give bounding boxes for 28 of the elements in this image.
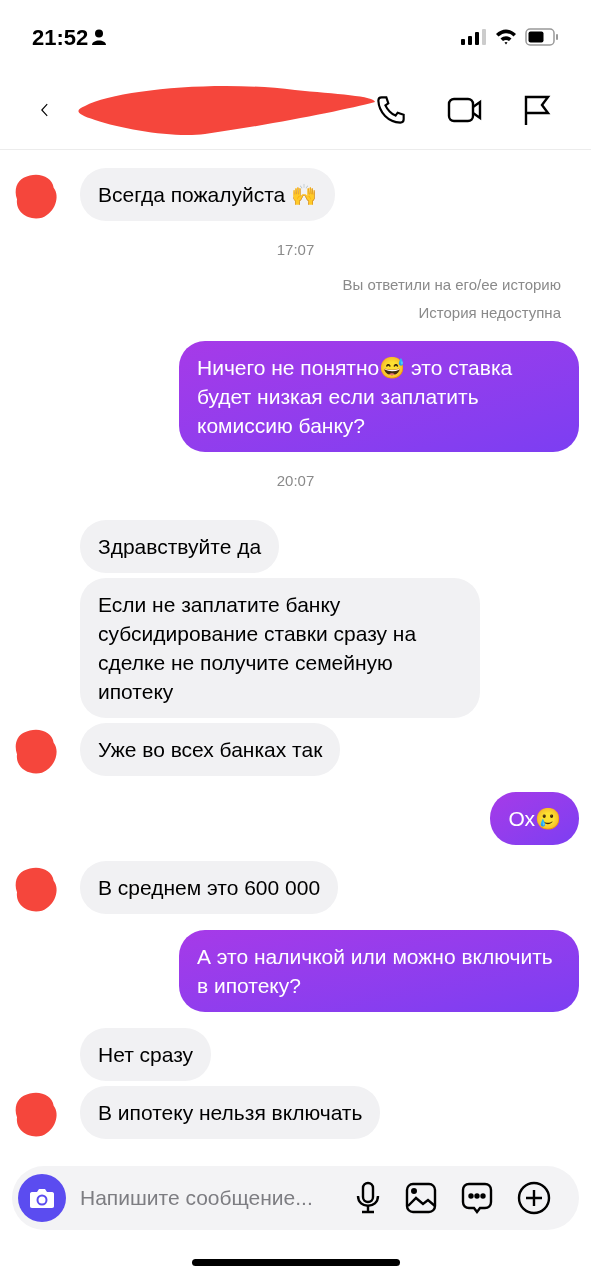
story-note: Вы ответили на его/ее историю [342, 274, 561, 295]
camera-button[interactable] [18, 1174, 66, 1222]
message-input[interactable]: Напишите сообщение... [80, 1182, 355, 1214]
timestamp: 17:07 [276, 240, 315, 260]
sent-message: А это наличкой или можно включить в ипотеку? [179, 930, 579, 1012]
story-note: История недоступна [418, 303, 561, 323]
sent-message: Ох🥲 [490, 792, 579, 845]
camera-icon [29, 1187, 55, 1209]
timestamp: 20:07 [276, 470, 315, 491]
received-message: Здравствуйте да [80, 520, 280, 573]
add-icon[interactable] [517, 1181, 551, 1215]
person-icon [92, 29, 107, 45]
battery-icon [525, 28, 559, 46]
received-message: Нет сразу [80, 1028, 212, 1081]
received-message: Если не заплатите банку субсидирование ставки сразу на сделке не получите семейную ипотеку [80, 578, 480, 718]
flag-icon[interactable] [523, 93, 551, 126]
phone-icon[interactable] [375, 93, 407, 126]
image-icon[interactable] [405, 1182, 437, 1214]
received-message: Всегда пожалуйста 🙌 [80, 168, 336, 221]
signal-icon [461, 29, 487, 45]
received-message: Уже во всех банках так [80, 723, 341, 776]
sent-message: Ничего не понятно😅 это ставка будет низкая если заплатить комиссию банку? [179, 340, 579, 452]
received-message: В среднем это 600 000 [80, 861, 339, 914]
status-time: 21:52 [32, 23, 89, 52]
received-message: В ипотеку нельзя включать [80, 1086, 381, 1139]
wifi-icon [495, 29, 517, 45]
microphone-icon[interactable] [355, 1181, 381, 1215]
chat-bubble-icon[interactable] [461, 1182, 493, 1214]
